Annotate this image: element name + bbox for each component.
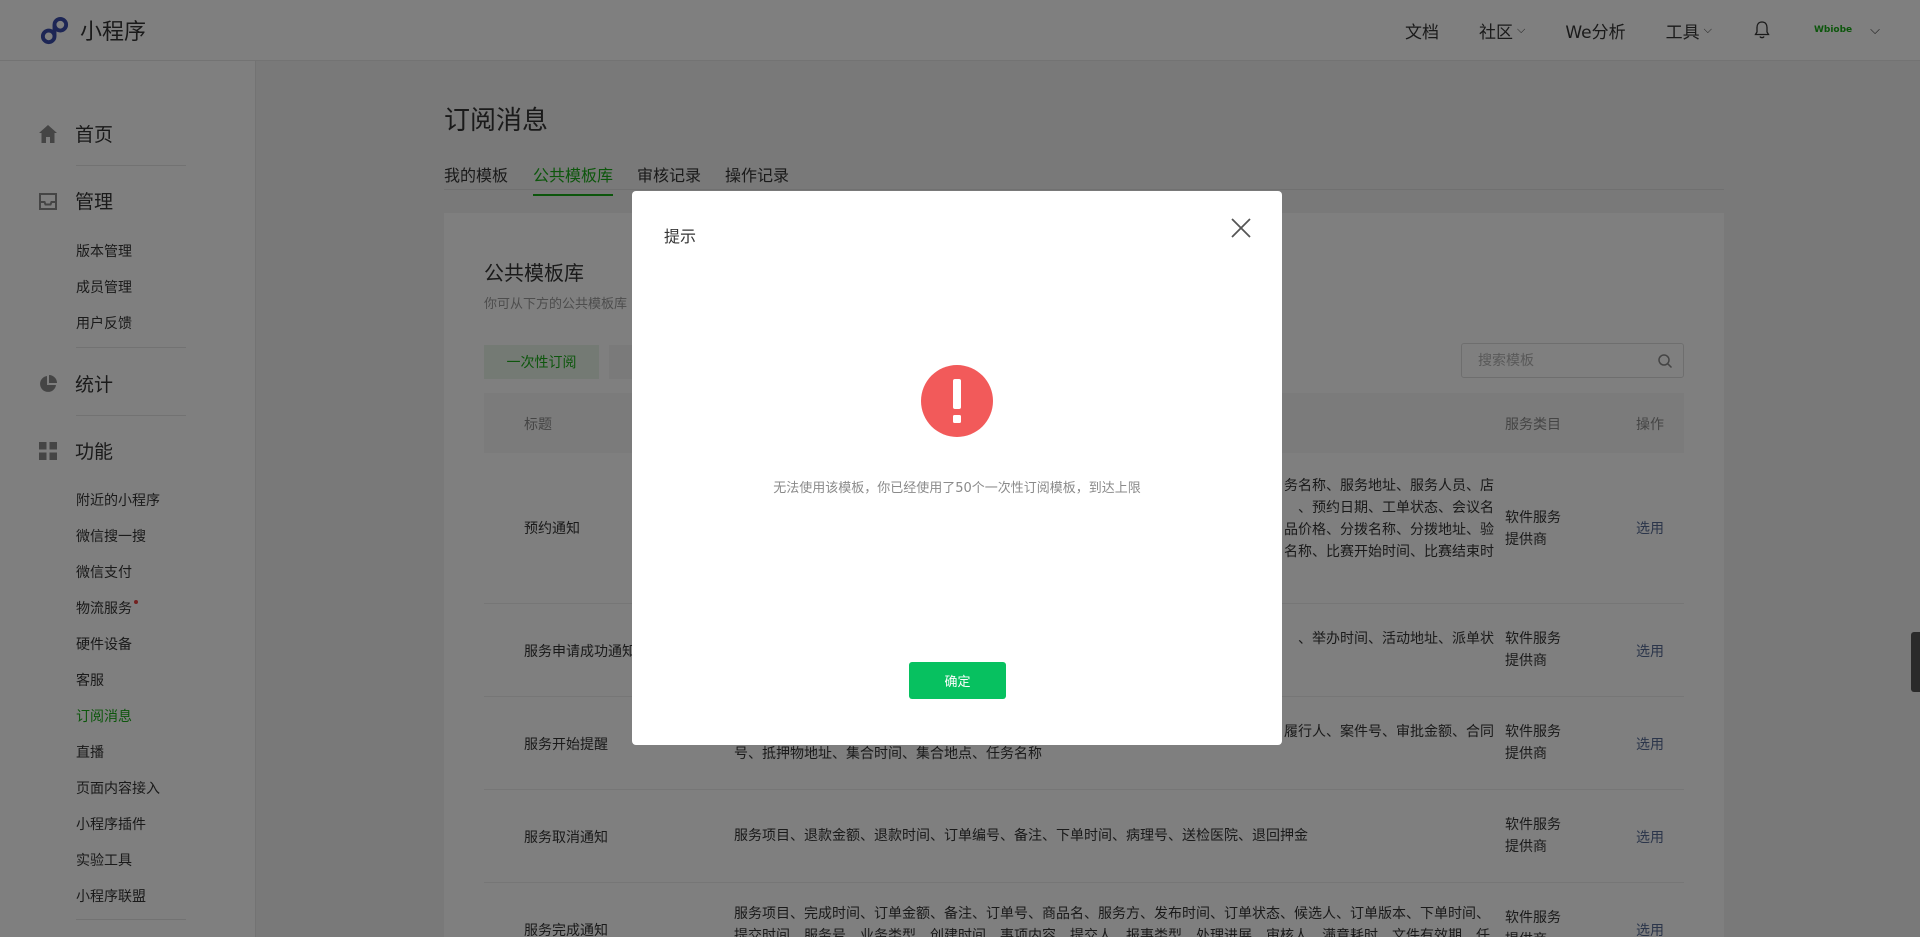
warning-icon (921, 365, 993, 437)
dialog-title: 提示 (664, 227, 697, 246)
close-icon[interactable] (1230, 217, 1252, 239)
side-widget-handle[interactable] (1911, 632, 1920, 692)
alert-dialog: 提示 无法使用该模板，你已经使用了50个一次性订阅模板，到达上限 确定 (632, 191, 1282, 745)
confirm-button[interactable]: 确定 (909, 662, 1006, 699)
dialog-message: 无法使用该模板，你已经使用了50个一次性订阅模板，到达上限 (773, 481, 1141, 496)
